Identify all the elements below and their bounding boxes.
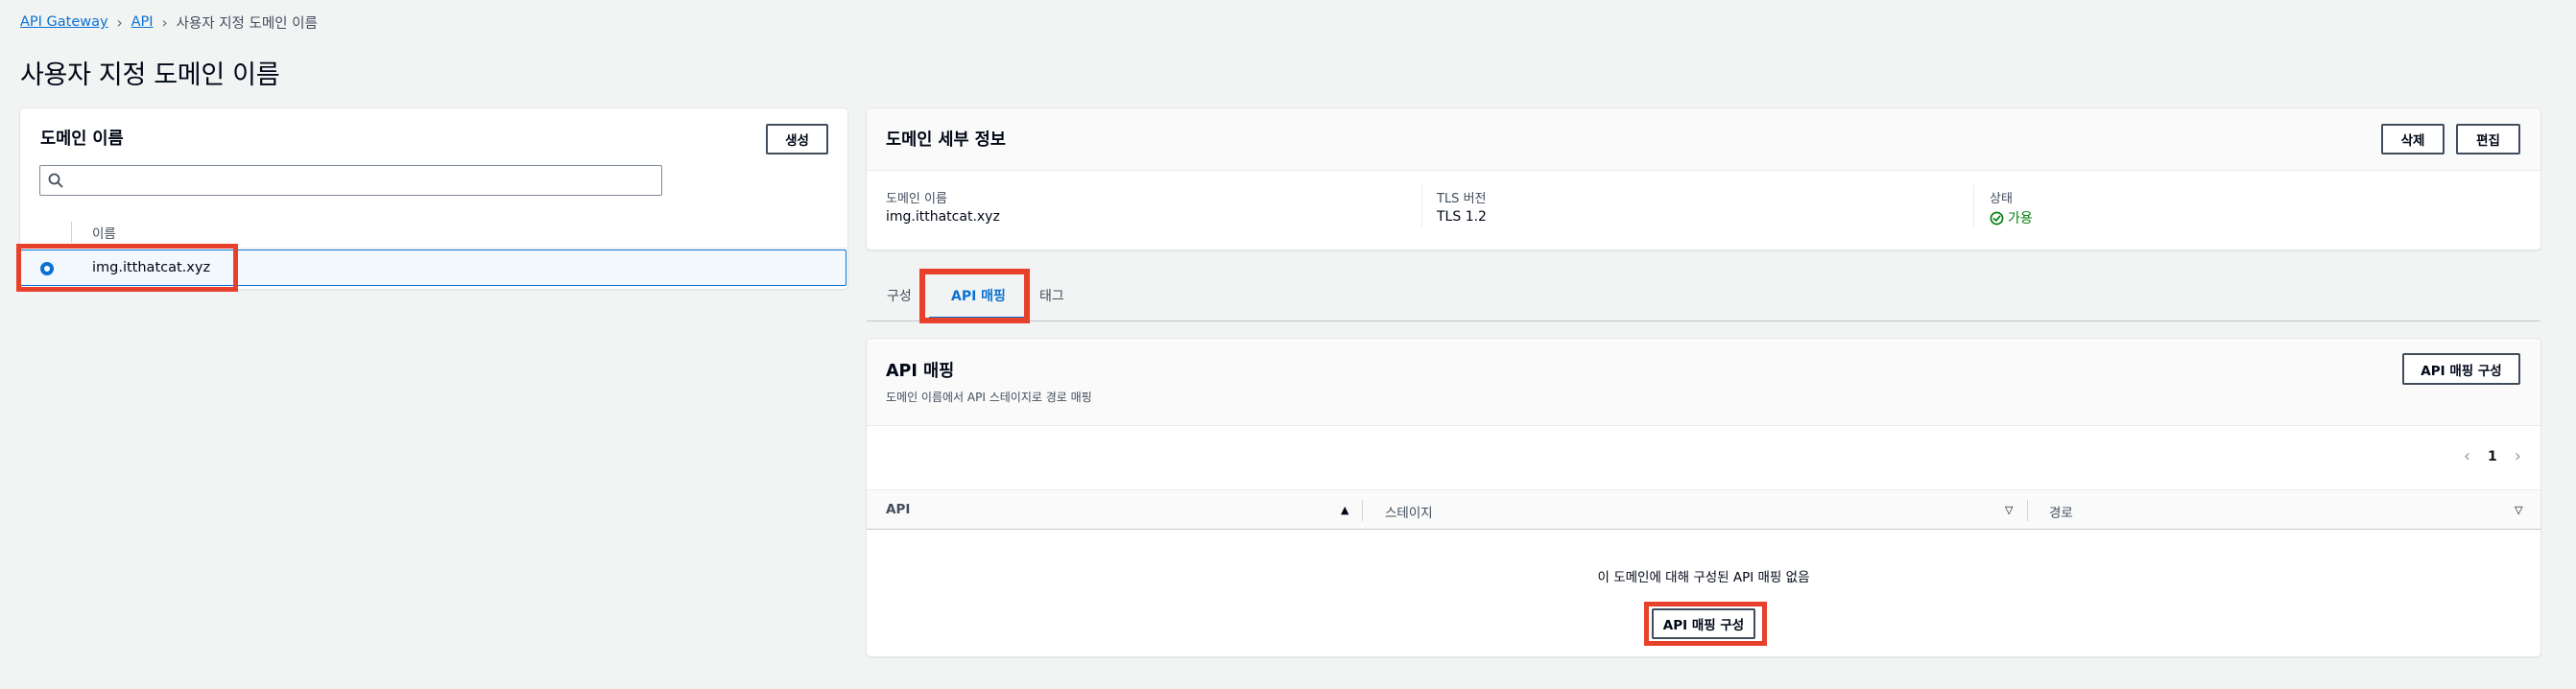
- column-divider: [1362, 500, 1363, 521]
- status-text: 가용: [2008, 211, 2033, 226]
- tab-configuration[interactable]: 구성: [887, 286, 912, 305]
- tab-list: 구성 API 매핑 태그: [867, 276, 2540, 322]
- column-header-name[interactable]: 이름: [92, 223, 116, 242]
- tls-version-label: TLS 버전: [1437, 192, 1487, 206]
- search-icon: [48, 173, 63, 188]
- details-header: [867, 108, 2540, 171]
- sort-icon[interactable]: ▽: [2515, 504, 2522, 516]
- field-divider: [1421, 185, 1422, 227]
- sort-ascending-icon[interactable]: ▲: [1341, 504, 1348, 516]
- chevron-right-icon[interactable]: ›: [2515, 446, 2521, 466]
- status-value: 가용: [1990, 208, 2033, 227]
- column-divider: [71, 222, 72, 243]
- api-mappings-panel: API 매핑 도메인 이름에서 API 스테이지로 경로 매핑 API 매핑 구…: [867, 339, 2540, 656]
- breadcrumb-api-gateway[interactable]: API Gateway: [20, 14, 108, 30]
- page-title: 사용자 지정 도메인 이름: [20, 60, 280, 90]
- domain-details-panel: 도메인 세부 정보 삭제 편집 도메인 이름 img.itthatcat.xyz…: [867, 108, 2540, 249]
- chevron-left-icon[interactable]: ‹: [2464, 446, 2470, 466]
- pagination: ‹ 1 ›: [2464, 446, 2521, 466]
- chevron-right-icon: ›: [116, 12, 123, 32]
- column-header-stage[interactable]: 스테이지: [1385, 502, 1433, 521]
- configure-api-mappings-button[interactable]: API 매핑 구성: [2402, 353, 2520, 385]
- breadcrumb: API Gateway › API › 사용자 지정 도메인 이름: [20, 12, 318, 33]
- column-header-path[interactable]: 경로: [2049, 502, 2073, 521]
- domain-list-title: 도메인 이름: [40, 130, 124, 149]
- domain-list-panel: 도메인 이름 생성 이름 img.itthatcat.xyz: [20, 108, 847, 289]
- check-circle-icon: [1990, 211, 2004, 225]
- header-divider: [20, 248, 847, 249]
- mappings-title: API 매핑: [886, 362, 955, 381]
- domain-search-input[interactable]: [69, 169, 649, 192]
- delete-button[interactable]: 삭제: [2381, 124, 2445, 154]
- domain-name-label: 도메인 이름: [886, 192, 947, 206]
- mappings-description: 도메인 이름에서 API 스테이지로 경로 매핑: [886, 391, 1092, 404]
- tab-api-mappings[interactable]: API 매핑: [951, 286, 1006, 305]
- domain-name-cell: img.itthatcat.xyz: [92, 260, 211, 275]
- row-radio-button[interactable]: [40, 262, 54, 275]
- column-header-api[interactable]: API: [886, 502, 910, 517]
- field-divider: [1973, 185, 1974, 227]
- empty-state-message: 이 도메인에 대해 구성된 API 매핑 없음: [1597, 570, 1810, 585]
- status-label: 상태: [1990, 192, 2013, 206]
- tab-tags[interactable]: 태그: [1039, 286, 1064, 305]
- page-number[interactable]: 1: [2488, 449, 2497, 464]
- tls-version-value: TLS 1.2: [1437, 209, 1487, 225]
- breadcrumb-current: 사용자 지정 도메인 이름: [176, 15, 318, 32]
- edit-button[interactable]: 편집: [2456, 124, 2520, 154]
- chevron-right-icon: ›: [161, 12, 168, 32]
- sort-icon[interactable]: ▽: [2005, 504, 2013, 516]
- domain-search: [39, 165, 662, 196]
- breadcrumb-api[interactable]: API: [131, 14, 154, 30]
- create-domain-button[interactable]: 생성: [766, 124, 828, 154]
- details-title: 도메인 세부 정보: [886, 131, 1006, 150]
- domain-name-value: img.itthatcat.xyz: [886, 209, 1000, 225]
- empty-configure-api-mappings-button[interactable]: API 매핑 구성: [1652, 608, 1755, 639]
- mappings-header: [867, 339, 2540, 426]
- mappings-table-header: API ▲ 스테이지 ▽ 경로 ▽: [867, 489, 2540, 530]
- column-divider: [2027, 500, 2028, 521]
